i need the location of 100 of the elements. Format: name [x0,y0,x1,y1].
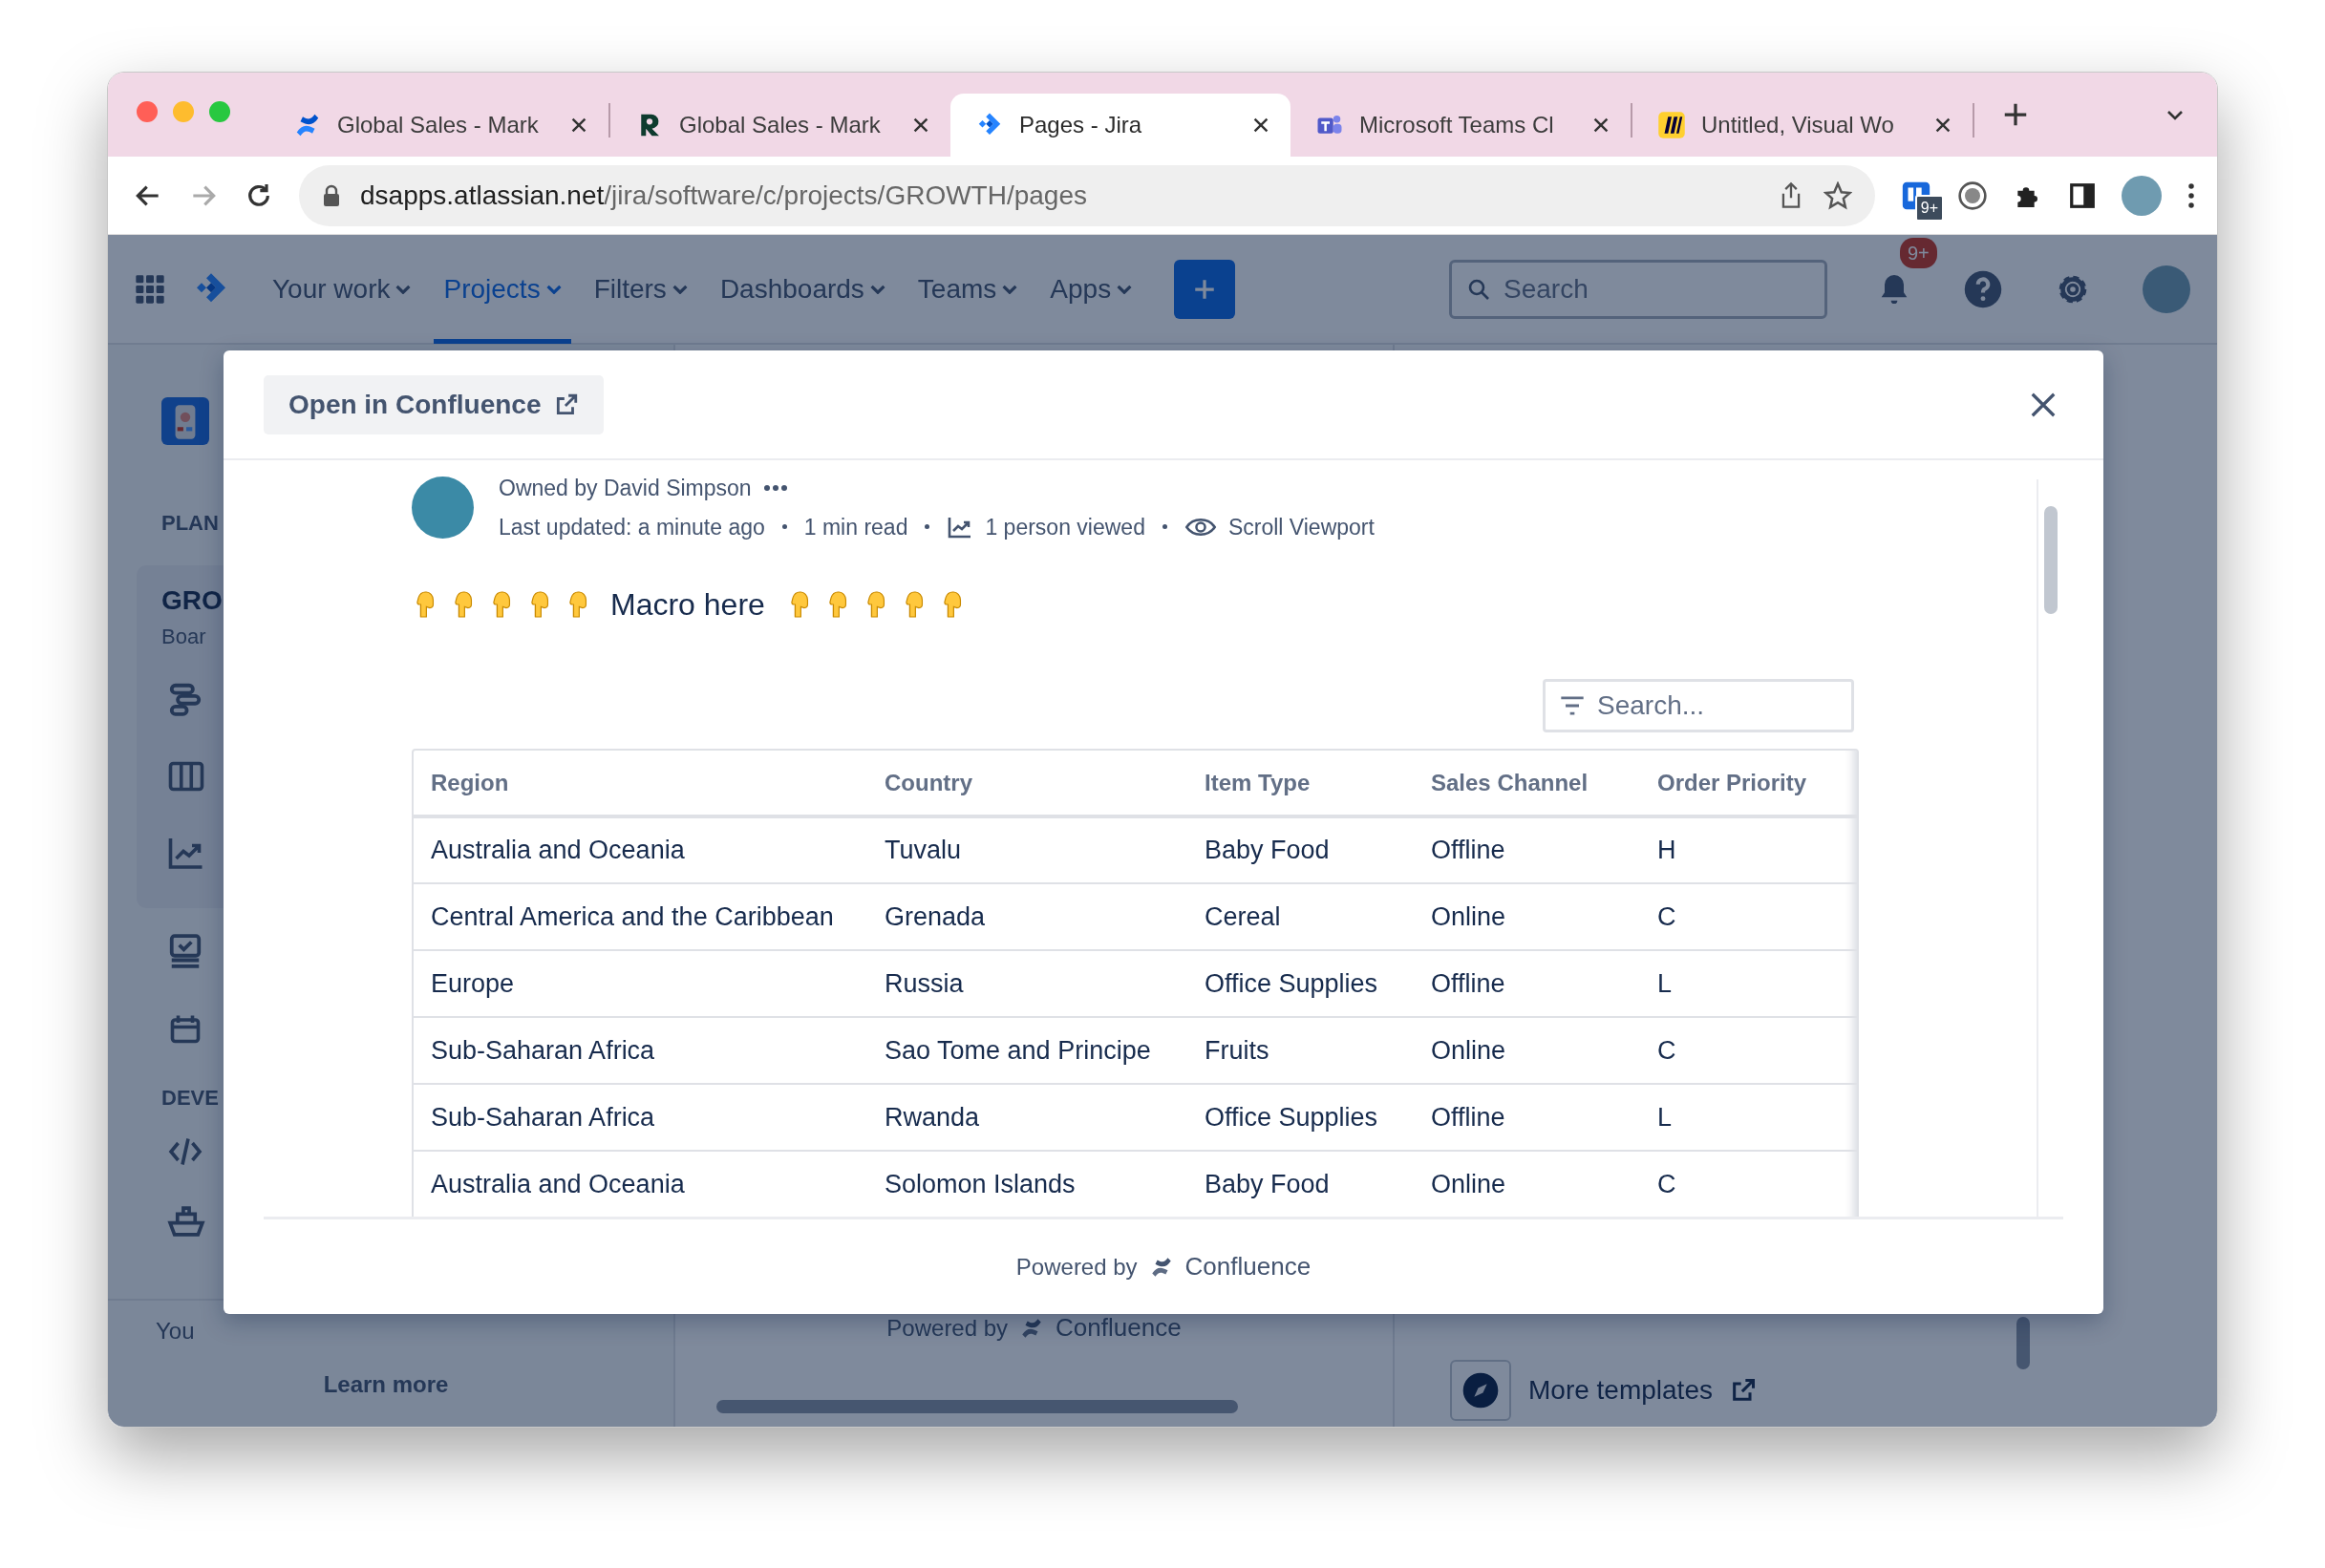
browser-tab[interactable]: Global Sales - Mark [610,94,950,157]
favicon-icon [1657,111,1686,139]
column-header[interactable]: Region [414,751,867,816]
table-cell: Rwanda [867,1084,1187,1151]
board-icon[interactable] [167,759,205,794]
project-name: GRO [161,584,223,617]
user-avatar[interactable] [2143,265,2190,313]
url-text: dsapps.atlassian.net/jira/software/c/projects/GROWTH/pages [360,179,1088,212]
search-field[interactable]: Search [1449,259,1827,319]
window-control[interactable] [137,101,158,122]
ship-icon[interactable] [167,1205,205,1238]
bookmark-star-icon[interactable] [1824,180,1852,210]
scrollbar[interactable] [715,1400,1238,1413]
filter-icon [1559,694,1586,717]
external-link-icon [554,392,580,417]
table-cell: L [1640,950,1857,1017]
more-templates-button[interactable]: More templates [1450,1360,2217,1421]
meta-text: 1 person viewed [985,513,1145,541]
more-icon[interactable] [2186,180,2196,210]
timeline-icon[interactable] [167,681,203,717]
brand-name: Confluence [1184,1251,1312,1282]
help-icon[interactable] [1963,268,2003,309]
browser-tab[interactable]: Global Sales - Mark [268,94,608,157]
powered-by-text: Powered by [1015,1252,1138,1282]
table-cell: Office Supplies [1187,1084,1414,1151]
table-cell: Sub-Saharan Africa [414,1017,867,1084]
table-cell: Tuvalu [867,816,1187,883]
table-cell: Grenada [867,883,1187,950]
table-cell: L [1640,1084,1857,1151]
app-switcher-icon[interactable] [135,273,165,305]
lock-icon [322,183,341,207]
table-cell: C [1640,883,1857,950]
more-icon[interactable] [762,484,788,493]
address-bar[interactable]: dsapps.atlassian.net/jira/software/c/projects/GROWTH/pages [299,164,1875,226]
table-cell: Central America and the Caribbean [414,883,867,950]
table-cell: Fruits [1187,1017,1414,1084]
nav-menu[interactable]: Your work [263,234,421,344]
project-icon[interactable] [161,397,209,445]
table-cell: Australia and Oceania [414,816,867,883]
nav-menu[interactable]: Filters [584,234,697,344]
separator-dot [1162,524,1167,530]
table-cell: Europe [414,950,867,1017]
caret-icon [395,284,412,294]
separator-dot [925,524,930,530]
nav-menu[interactable]: Apps [1040,234,1142,344]
table-cell: Australia and Oceania [414,1151,867,1217]
table-cell: Online [1414,1017,1640,1084]
scrollbar[interactable] [2016,1317,2030,1369]
table-cell: C [1640,1017,1857,1084]
table-cell: Online [1414,883,1640,950]
table-cell: Russia [867,950,1187,1017]
profile-avatar[interactable] [2122,175,2162,216]
chart-line-icon[interactable] [167,836,205,870]
table-cell: Baby Food [1187,1151,1414,1217]
caret-icon [672,284,688,294]
table-cell: Offline [1414,816,1640,883]
table-cell: Sao Tome and Principe [867,1017,1187,1084]
table-cell: H [1640,816,1857,883]
monitor-check-icon[interactable] [167,933,203,969]
column-header[interactable]: Sales Channel [1414,751,1640,816]
owner-text: Owned by David Simpson [499,475,752,502]
side-panel-icon[interactable] [2068,180,2097,210]
browser-tab[interactable]: Untitled, Visual Wo [1632,94,1973,157]
meta-text: Last updated: a minute ago [499,513,765,541]
extension-icon[interactable] [1957,180,1988,211]
browser-tab[interactable]: Microsoft Teams Cl [1290,94,1631,157]
open-in-confluence-button[interactable]: Open in Confluence [264,374,605,434]
nav-menu[interactable]: Teams [907,234,1028,344]
table-search-field[interactable]: Search... [1543,679,1854,732]
caret-icon [1002,284,1018,294]
project-type: Boar [161,624,206,650]
compass-icon [1461,1371,1500,1409]
search-icon [1467,277,1490,301]
create-button[interactable] [1174,259,1236,319]
section-heading: PLAN [161,510,219,537]
table-cell: Baby Food [1187,816,1414,883]
caret-icon [1117,284,1133,294]
nav-menu[interactable]: Dashboards [710,234,895,344]
browser-tab[interactable]: Pages - Jira [950,94,1290,157]
table-cell: Offline [1414,1084,1640,1151]
brand-name: Confluence [1056,1312,1182,1344]
table-cell: Online [1414,1151,1640,1217]
section-heading: DEVE [161,1085,219,1112]
column-header[interactable]: Item Type [1187,751,1414,816]
separator-dot [781,524,787,530]
table-cell: Sub-Saharan Africa [414,1084,867,1151]
column-header[interactable]: Country [867,751,1187,816]
powered-by-text: Powered by [886,1313,1009,1343]
table-cell: C [1640,1151,1857,1217]
scrollbar[interactable] [2044,506,2058,614]
learn-more-link[interactable]: Learn more [323,1367,449,1402]
meta-text: 1 min read [803,513,908,541]
meta-text: Scroll Viewport [1227,513,1375,541]
table-cell: Offline [1414,950,1640,1017]
notification-badge: 9+ [1900,237,1937,268]
table-cell: Solomon Islands [867,1151,1187,1217]
extension-badge: 9+ [1914,194,1944,222]
table-cell: Cereal [1187,883,1414,950]
column-header[interactable]: Order Priority [1640,751,1857,816]
caret-icon [869,284,885,294]
